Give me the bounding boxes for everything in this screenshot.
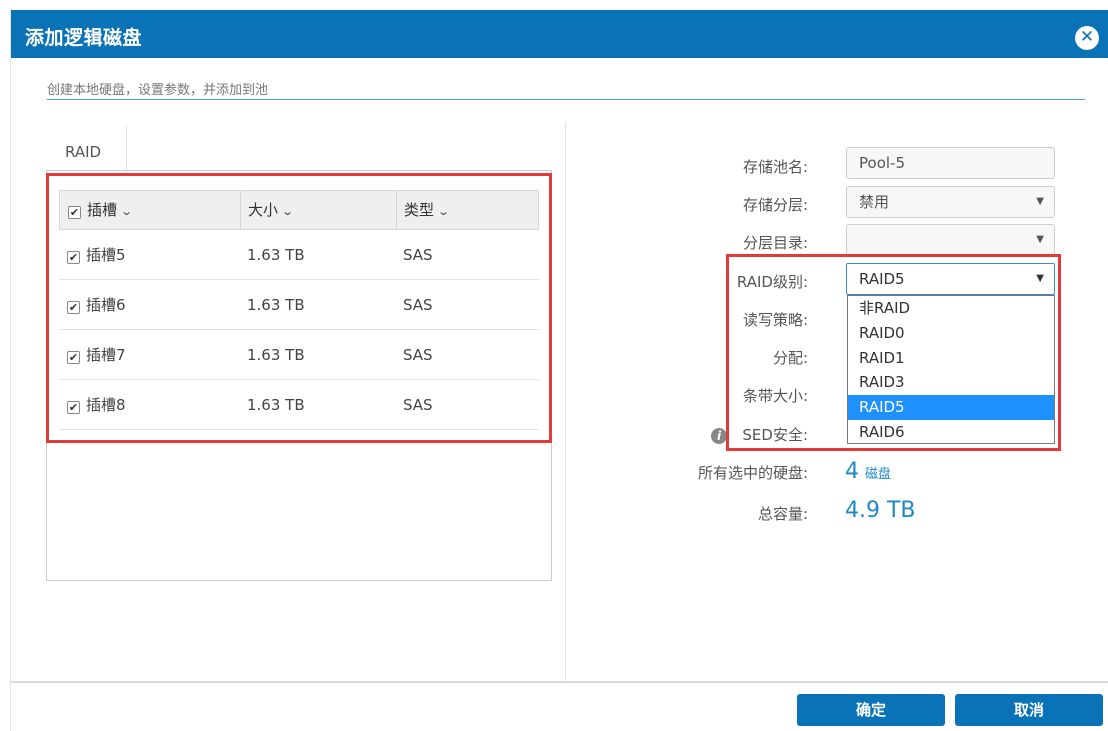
slot-label: 插槽6 xyxy=(86,296,126,314)
raid-option[interactable]: RAID1 xyxy=(848,346,1054,371)
size-cell: 1.63 TB xyxy=(247,396,305,414)
sed-label: SED安全: xyxy=(742,426,808,444)
slot-cell: ✔ 插槽5 xyxy=(67,230,126,280)
column-divider xyxy=(396,191,397,229)
header-slot[interactable]: ✔ 插槽 ⌄ xyxy=(68,191,134,229)
select-all-checkbox[interactable]: ✔ xyxy=(68,206,81,219)
selected-disks-value: 4 磁盘 xyxy=(845,459,891,484)
cancel-button[interactable]: 取消 xyxy=(955,694,1103,726)
slot-label: 插槽8 xyxy=(86,396,126,414)
type-cell: SAS xyxy=(403,346,433,364)
tier-dir-label: 分层目录: xyxy=(742,234,808,252)
total-capacity-value: 4.9 TB xyxy=(845,498,916,523)
chevron-down-icon: ⌄ xyxy=(437,205,451,218)
footer-divider xyxy=(11,681,1108,683)
stripe-size-label: 条带大小: xyxy=(742,387,808,405)
slot-label: 插槽5 xyxy=(86,246,126,264)
raid-option[interactable]: 非RAID xyxy=(848,296,1054,321)
panel-divider xyxy=(565,122,566,682)
dialog-titlebar: 添加逻辑磁盘 ✕ xyxy=(11,10,1108,58)
total-capacity-label: 总容量: xyxy=(757,505,808,523)
tier-label: 存储分层: xyxy=(742,196,808,214)
size-cell: 1.63 TB xyxy=(247,296,305,314)
alloc-label: 分配: xyxy=(772,349,808,367)
add-logical-disk-dialog: 添加逻辑磁盘 ✕ 创建本地硬盘，设置参数，并添加到池 RAID ✔ 插槽 ⌄ 大小 ⌄… xyxy=(10,10,1108,731)
raid-level-select[interactable]: RAID5 ▼ xyxy=(846,263,1055,295)
header-type-label: 类型 xyxy=(404,201,435,219)
tier-dir-select[interactable]: ▼ xyxy=(846,224,1055,256)
ok-button[interactable]: 确定 xyxy=(797,694,945,726)
raid-level-select-value: RAID5 xyxy=(859,270,905,288)
dialog-title: 添加逻辑磁盘 xyxy=(25,27,143,49)
type-cell: SAS xyxy=(403,246,433,264)
type-cell: SAS xyxy=(403,296,433,314)
table-row[interactable]: ✔ 插槽7 1.63 TB SAS xyxy=(59,330,539,380)
size-cell: 1.63 TB xyxy=(247,246,305,264)
raid-option[interactable]: RAID3 xyxy=(848,370,1054,395)
chevron-down-icon: ⌄ xyxy=(120,205,134,218)
header-size-label: 大小 xyxy=(248,201,279,219)
selected-disks-label: 所有选中的硬盘: xyxy=(697,464,808,482)
raid-level-dropdown: 非RAID RAID0 RAID1 RAID3 RAID5 RAID6 xyxy=(847,295,1055,444)
row-checkbox[interactable]: ✔ xyxy=(67,301,80,314)
size-cell: 1.63 TB xyxy=(247,346,305,364)
header-type[interactable]: 类型 ⌄ xyxy=(404,191,451,229)
table-row[interactable]: ✔ 插槽6 1.63 TB SAS xyxy=(59,280,539,330)
slot-cell: ✔ 插槽8 xyxy=(67,380,126,430)
table-header: ✔ 插槽 ⌄ 大小 ⌄ 类型 ⌄ xyxy=(59,190,539,230)
info-icon[interactable]: i xyxy=(711,428,727,444)
header-size[interactable]: 大小 ⌄ xyxy=(248,191,295,229)
slot-cell: ✔ 插槽7 xyxy=(67,330,126,380)
chevron-down-icon: ⌄ xyxy=(281,205,295,218)
tier-select[interactable]: 禁用 ▼ xyxy=(846,186,1055,218)
selected-disks-unit: 磁盘 xyxy=(865,467,892,482)
slot-cell: ✔ 插槽6 xyxy=(67,280,126,330)
type-cell: SAS xyxy=(403,396,433,414)
raid-level-label: RAID级别: xyxy=(736,273,808,291)
close-icon[interactable]: ✕ xyxy=(1075,26,1099,50)
table-row[interactable]: ✔ 插槽5 1.63 TB SAS xyxy=(59,230,539,280)
raid-option[interactable]: RAID6 xyxy=(848,420,1054,445)
tier-select-value: 禁用 xyxy=(859,193,890,211)
dialog-subtitle: 创建本地硬盘，设置参数，并添加到池 xyxy=(47,83,269,98)
rw-policy-label: 读写策略: xyxy=(742,311,808,329)
row-checkbox[interactable]: ✔ xyxy=(67,401,80,414)
dropdown-arrow-icon: ▼ xyxy=(1036,234,1044,245)
dropdown-arrow-icon: ▼ xyxy=(1036,196,1044,207)
tab-raid[interactable]: RAID xyxy=(49,126,127,170)
slot-label: 插槽7 xyxy=(86,346,126,364)
raid-option[interactable]: RAID0 xyxy=(848,321,1054,346)
raid-option-selected[interactable]: RAID5 xyxy=(848,395,1054,420)
pool-name-label: 存储池名: xyxy=(742,158,808,176)
table-row[interactable]: ✔ 插槽8 1.63 TB SAS xyxy=(59,380,539,430)
header-slot-label: 插槽 xyxy=(87,201,118,219)
tab-raid-label: RAID xyxy=(65,143,102,161)
subtitle-divider xyxy=(47,99,1085,100)
row-checkbox[interactable]: ✔ xyxy=(67,251,80,264)
pool-name-field[interactable]: Pool-5 xyxy=(846,147,1055,179)
dropdown-arrow-icon: ▼ xyxy=(1036,273,1044,284)
selected-disks-count: 4 xyxy=(845,459,859,484)
disk-table: ✔ 插槽 ⌄ 大小 ⌄ 类型 ⌄ ✔ 插槽5 1.63 TB SAS ✔ 插槽6 1.63 … xyxy=(59,190,539,430)
row-checkbox[interactable]: ✔ xyxy=(67,351,80,364)
disk-list-panel: ✔ 插槽 ⌄ 大小 ⌄ 类型 ⌄ ✔ 插槽5 1.63 TB SAS ✔ 插槽6 1.63 … xyxy=(46,170,552,581)
column-divider xyxy=(240,191,241,229)
